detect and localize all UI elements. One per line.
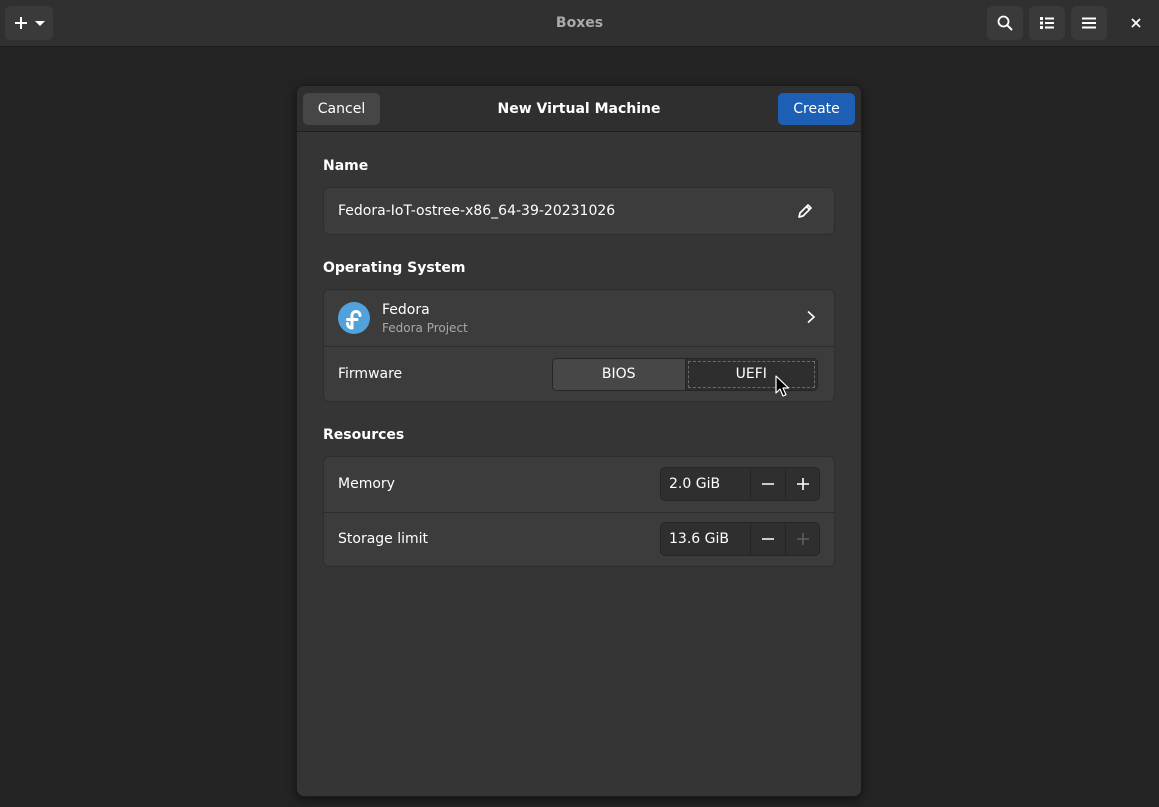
window-title: Boxes bbox=[555, 15, 604, 31]
os-section-label: Operating System bbox=[323, 260, 466, 276]
close-icon bbox=[1131, 18, 1141, 28]
plus-icon bbox=[797, 533, 809, 545]
os-select-row[interactable]: Fedora Fedora Project bbox=[324, 290, 834, 346]
os-vendor: Fedora Project bbox=[382, 321, 468, 335]
dialog-header: Cancel New Virtual Machine Create bbox=[297, 86, 861, 132]
firmware-option-bios[interactable]: BIOS bbox=[553, 359, 686, 390]
search-button[interactable] bbox=[987, 6, 1023, 40]
mouse-pointer-icon bbox=[775, 375, 789, 397]
plus-icon bbox=[797, 478, 809, 490]
fedora-logo-icon bbox=[338, 302, 370, 334]
memory-row: Memory 2.0 GiB bbox=[324, 457, 834, 512]
minus-icon bbox=[762, 538, 774, 540]
firmware-row: Firmware BIOS UEFI bbox=[324, 347, 834, 402]
search-icon bbox=[997, 15, 1013, 31]
storage-decrease-button[interactable] bbox=[750, 523, 785, 555]
resources-section-label: Resources bbox=[323, 427, 405, 443]
memory-decrease-button[interactable] bbox=[750, 468, 785, 500]
view-toggle-button[interactable] bbox=[1029, 6, 1065, 40]
firmware-label: Firmware bbox=[338, 366, 403, 382]
new-vm-dialog: Cancel New Virtual Machine Create Name F… bbox=[296, 85, 862, 797]
memory-value[interactable]: 2.0 GiB bbox=[669, 468, 720, 500]
create-button[interactable]: Create bbox=[778, 93, 855, 125]
memory-increase-button[interactable] bbox=[785, 468, 819, 500]
minus-icon bbox=[762, 483, 774, 485]
close-window-button[interactable] bbox=[1119, 6, 1153, 40]
header-bar: Boxes bbox=[0, 0, 1159, 47]
firmware-option-uefi[interactable]: UEFI bbox=[685, 359, 817, 390]
chevron-right-icon bbox=[807, 310, 816, 324]
name-section-label: Name bbox=[323, 158, 369, 174]
os-card: Fedora Fedora Project Firmware BIOS UEFI bbox=[323, 289, 835, 402]
os-name: Fedora bbox=[382, 302, 430, 318]
hamburger-menu-icon bbox=[1082, 17, 1096, 29]
list-view-icon bbox=[1040, 17, 1054, 29]
storage-spinbutton[interactable]: 13.6 GiB bbox=[660, 522, 820, 556]
main-menu-button[interactable] bbox=[1071, 6, 1107, 40]
memory-label: Memory bbox=[338, 476, 395, 492]
dialog-title: New Virtual Machine bbox=[497, 101, 661, 117]
name-field[interactable]: Fedora-IoT-ostree-x86_64-39-20231026 bbox=[323, 187, 835, 235]
resources-card: Memory 2.0 GiB Storage limit 13.6 GiB bbox=[323, 456, 835, 567]
pencil-edit-icon[interactable] bbox=[796, 202, 814, 220]
memory-spinbutton[interactable]: 2.0 GiB bbox=[660, 467, 820, 501]
storage-value[interactable]: 13.6 GiB bbox=[669, 523, 729, 555]
storage-row: Storage limit 13.6 GiB bbox=[324, 513, 834, 568]
storage-increase-button[interactable] bbox=[785, 523, 819, 555]
name-value[interactable]: Fedora-IoT-ostree-x86_64-39-20231026 bbox=[338, 188, 615, 234]
storage-label: Storage limit bbox=[338, 531, 429, 547]
